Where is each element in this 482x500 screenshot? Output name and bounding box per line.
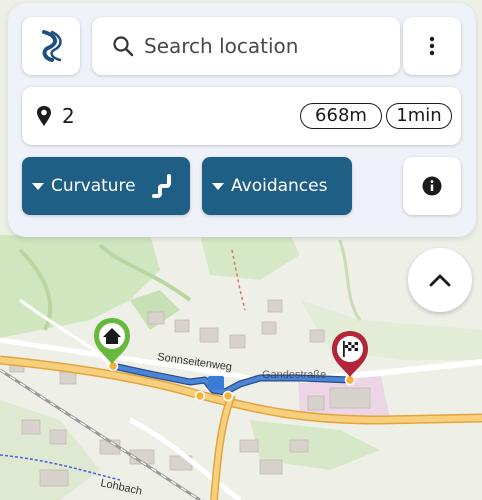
collapse-panel-button[interactable] [408, 248, 472, 312]
app-logo-button[interactable] [22, 17, 80, 75]
duration-badge: 1min [386, 103, 452, 129]
app-logo-icon [42, 30, 62, 62]
avoidances-label: Avoidances [231, 176, 328, 196]
info-icon [422, 176, 442, 196]
more-options-button[interactable] [403, 17, 461, 75]
curvature-dropdown[interactable]: Curvature [22, 157, 190, 215]
waypoint-dot[interactable] [222, 390, 234, 402]
waypoint-count: 2 [62, 104, 75, 128]
curvature-label: Curvature [51, 176, 136, 196]
more-vert-icon [429, 36, 435, 56]
waypoint-dot[interactable] [194, 390, 206, 402]
route-control-panel: Search location 2 668m 1min Curvature Av… [8, 3, 476, 237]
route-summary-bar[interactable]: 2 668m 1min [22, 87, 461, 145]
avoidances-dropdown[interactable]: Avoidances [202, 157, 352, 215]
info-button[interactable] [403, 157, 461, 215]
street-label: Gandestraße [262, 369, 326, 381]
dropdown-arrow-icon [32, 182, 44, 190]
location-pin-icon [37, 106, 51, 126]
search-icon [113, 36, 134, 57]
search-placeholder: Search location [144, 34, 299, 58]
chevron-up-icon [429, 274, 451, 287]
distance-badge: 668m [300, 103, 382, 129]
bus-stop-icon [208, 376, 224, 390]
search-location-field[interactable]: Search location [92, 17, 400, 75]
dropdown-arrow-icon [212, 182, 224, 190]
curvy-road-icon [151, 174, 171, 198]
waypoint-dot[interactable] [107, 360, 119, 372]
